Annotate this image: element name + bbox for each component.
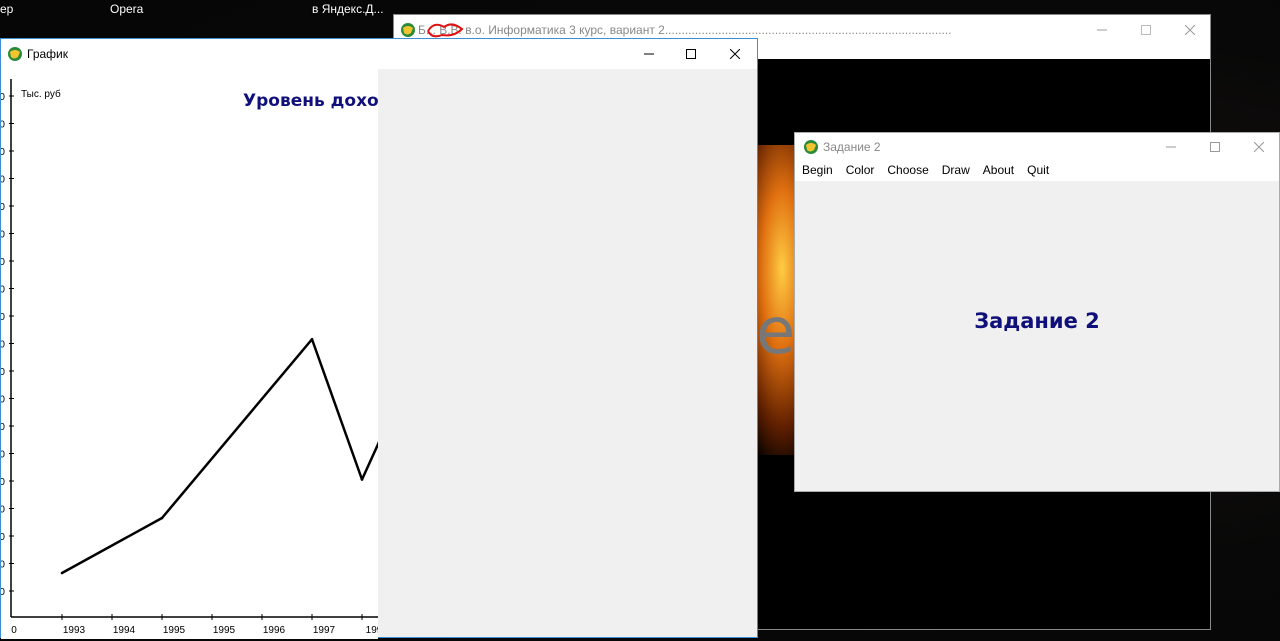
graph-window-title: График (27, 47, 68, 61)
y-tick-label: 60 (1, 395, 5, 406)
y-tick-label: 80 (1, 230, 5, 241)
menu-color[interactable]: Color (839, 161, 881, 181)
menu-draw[interactable]: Draw (935, 161, 976, 181)
y-tick-label: 00 (1, 477, 5, 488)
graph-canvas: 80 60 40 20 00 80 60 40 20 00 80 60 40 20 00 80 60 40 20 19… (1, 69, 378, 639)
close-icon (1254, 142, 1264, 152)
x-origin-label: 0 (11, 625, 17, 636)
y-tick-label: 60 (1, 532, 5, 543)
maximize-button[interactable] (669, 39, 713, 69)
y-tick-label: 80 (1, 92, 5, 103)
maximize-button[interactable] (1193, 133, 1237, 161)
desktop-shortcut-label[interactable]: ер (0, 2, 13, 16)
y-tick-label: 20 (1, 175, 5, 186)
menu-begin[interactable]: Begin (795, 161, 839, 181)
task-heading: Задание 2 (974, 309, 1100, 333)
minimize-icon (644, 53, 654, 55)
income-chart: 80 60 40 20 00 80 60 40 20 00 80 60 40 20 00 80 60 40 20 19… (1, 79, 378, 636)
minimize-icon (1097, 29, 1107, 31)
data-point (310, 337, 314, 341)
y-tick-label: 80 (1, 367, 5, 378)
desktop-shortcut-opera[interactable]: Opera (110, 2, 143, 16)
data-point (360, 478, 364, 481)
y-tick-label: 20 (1, 587, 5, 598)
task-window-title: Задание 2 (823, 140, 881, 154)
app-globe-icon (8, 47, 22, 61)
y-tick-label: 60 (1, 120, 5, 131)
task-window-titlebar[interactable]: Задание 2 (795, 133, 1279, 161)
y-tick-label: 40 (1, 422, 5, 433)
menu-quit[interactable]: Quit (1020, 161, 1055, 181)
income-series-line (61, 338, 378, 575)
app-globe-icon (401, 23, 415, 37)
y-tick-label: 40 (1, 560, 5, 571)
chart-title: Уровень доход (243, 91, 378, 111)
desktop-shortcut-yandex[interactable]: в Яндекс.Д... (312, 2, 384, 16)
maximize-icon (1210, 142, 1220, 152)
x-tick-label: 199 (366, 625, 378, 636)
task-window: Задание 2 Begin Color Choose Draw About … (794, 132, 1280, 492)
close-button[interactable] (713, 39, 757, 69)
data-point (60, 571, 64, 575)
x-tick-label: 1995 (163, 625, 186, 636)
y-tick-label: 00 (1, 202, 5, 213)
y-tick-label: 40 (1, 147, 5, 158)
x-tick-label: 1993 (63, 625, 86, 636)
graph-window: График 80 60 40 20 00 80 60 40 20 00 80 60 40 20 00 80 6… (0, 38, 758, 639)
x-tick-label: 1996 (263, 625, 286, 636)
graph-window-titlebar[interactable]: График (1, 39, 757, 69)
maximize-icon (1141, 25, 1151, 35)
y-tick-label: 80 (1, 505, 5, 516)
close-button[interactable] (1237, 133, 1280, 161)
y-axis-label: Тыс. руб (21, 88, 61, 100)
data-point (160, 516, 164, 520)
main-window-title: Б... В.В. в.о. Информатика 3 курс, вариа… (418, 23, 952, 37)
minimize-button[interactable] (627, 39, 671, 69)
close-icon (730, 49, 740, 59)
app-globe-icon (804, 140, 818, 154)
minimize-button[interactable] (1149, 133, 1193, 161)
y-tick-label: 40 (1, 285, 5, 296)
y-tick-label: 00 (1, 340, 5, 351)
maximize-button[interactable] (1124, 15, 1168, 45)
minimize-button[interactable] (1080, 15, 1124, 45)
maximize-icon (686, 49, 696, 59)
close-icon (1185, 25, 1195, 35)
menu-choose[interactable]: Choose (880, 161, 934, 181)
x-tick-label: 1994 (113, 625, 136, 636)
y-tick-label: 20 (1, 450, 5, 461)
y-tick-label: 20 (1, 312, 5, 323)
close-button[interactable] (1168, 15, 1212, 45)
x-tick-label: 1995 (213, 625, 236, 636)
menu-about[interactable]: About (976, 161, 1020, 181)
menu-bar: Begin Color Choose Draw About Quit (795, 161, 1279, 181)
minimize-icon (1166, 146, 1176, 148)
y-tick-label: 60 (1, 257, 5, 268)
background-decoration: e (756, 295, 796, 369)
x-tick-label: 1997 (313, 625, 336, 636)
